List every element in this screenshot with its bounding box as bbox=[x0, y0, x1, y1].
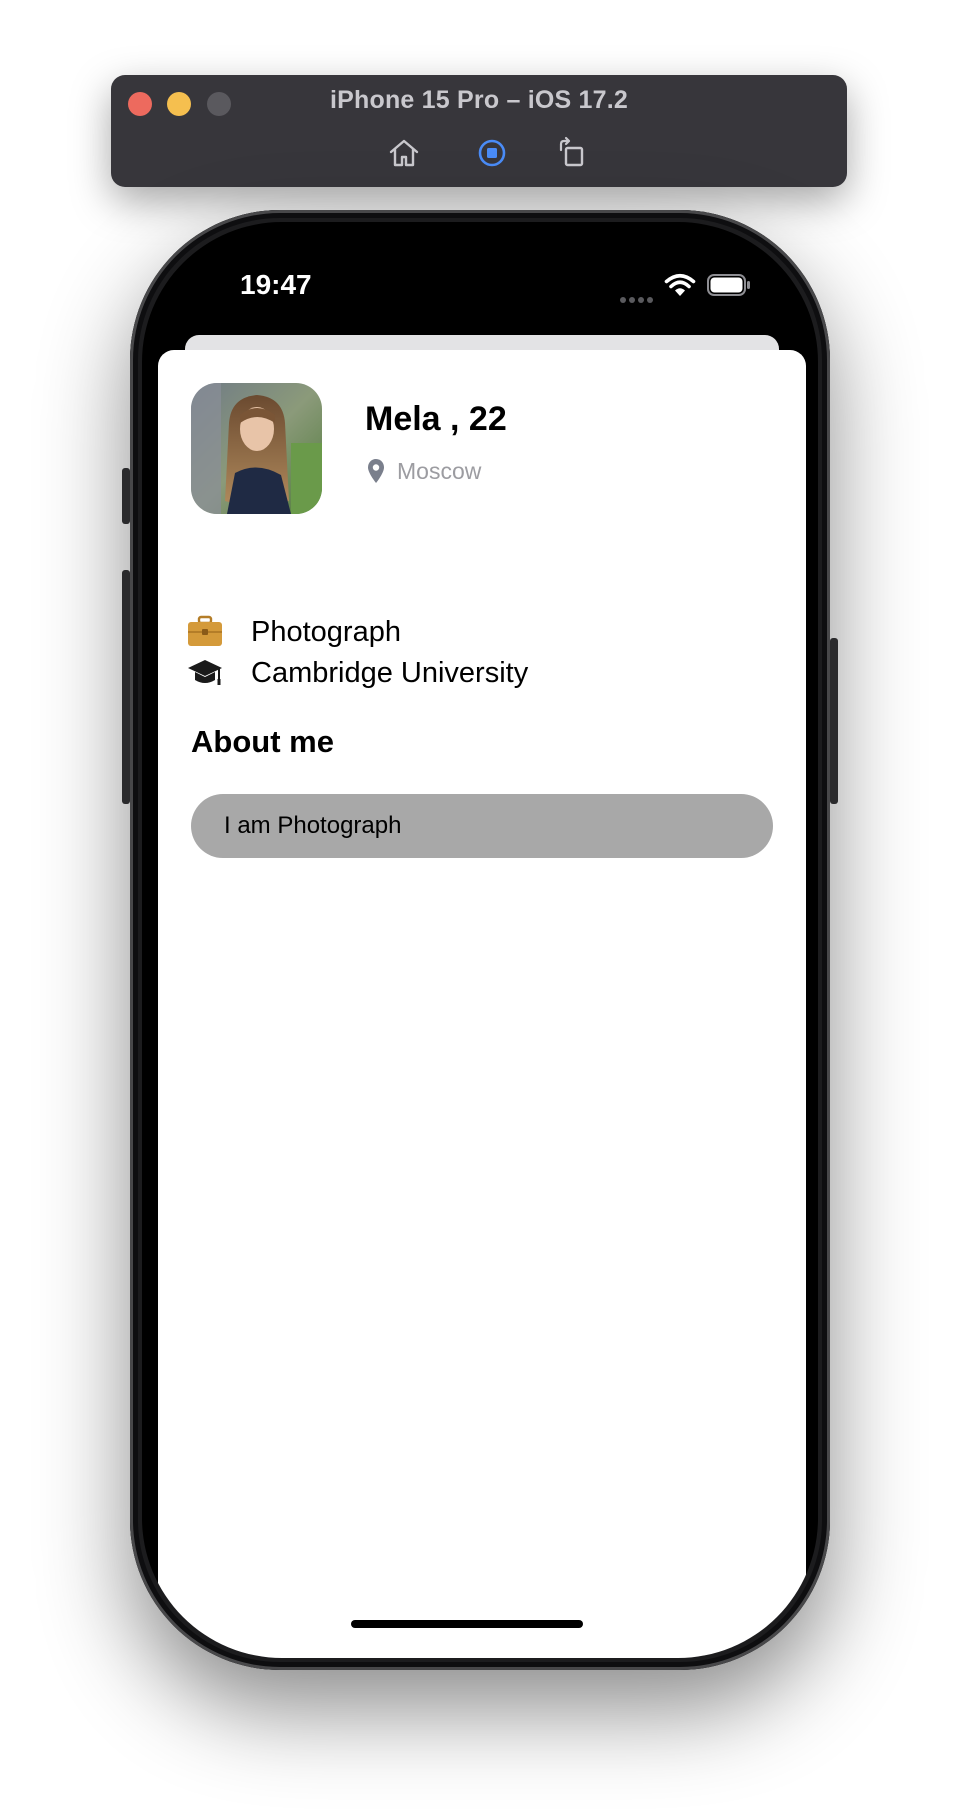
profile-location: Moscow bbox=[397, 458, 482, 484]
briefcase-icon bbox=[187, 615, 223, 647]
rotate-icon[interactable] bbox=[555, 136, 589, 170]
avatar bbox=[191, 383, 322, 514]
graduation-cap-icon bbox=[187, 656, 223, 688]
battery-icon bbox=[707, 274, 751, 296]
phone-screen: 19:47 Mela , 22 Moscow Photograph Cambri… bbox=[142, 222, 818, 1658]
about-text: I am Photograph bbox=[224, 812, 402, 839]
location-pin-icon bbox=[367, 458, 385, 484]
screenshot-icon[interactable] bbox=[475, 136, 509, 170]
volume-down-button bbox=[122, 668, 130, 804]
profile-name: Mela , 22 bbox=[365, 400, 507, 438]
job-label: Photograph bbox=[251, 616, 401, 648]
power-button bbox=[830, 638, 838, 804]
about-field[interactable]: I am Photograph bbox=[191, 794, 773, 858]
status-time: 19:47 bbox=[240, 269, 312, 300]
profile-sheet: Mela , 22 Moscow Photograph Cambridge Un… bbox=[158, 350, 806, 1658]
home-indicator[interactable] bbox=[351, 1620, 583, 1628]
about-heading: About me bbox=[191, 724, 334, 759]
education-label: Cambridge University bbox=[251, 657, 529, 689]
wifi-icon bbox=[664, 272, 696, 298]
volume-up-button bbox=[122, 570, 130, 674]
home-icon[interactable] bbox=[387, 136, 421, 170]
simulator-title: iPhone 15 Pro – iOS 17.2 bbox=[330, 86, 628, 114]
cellular-signal-icon bbox=[620, 290, 656, 308]
action-button bbox=[122, 468, 130, 524]
